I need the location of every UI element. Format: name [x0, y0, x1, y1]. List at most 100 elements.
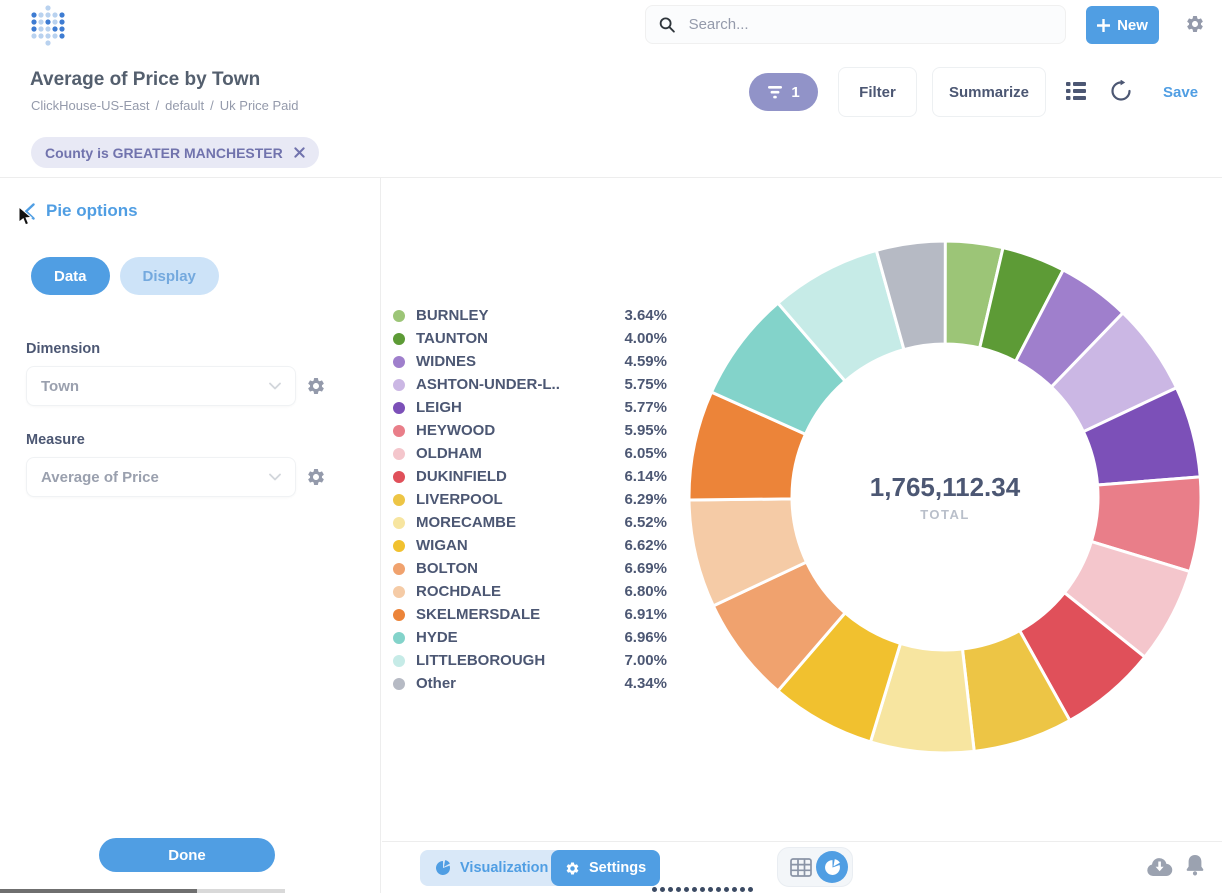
measure-select[interactable]: Average of Price [26, 457, 296, 497]
breadcrumb[interactable]: ClickHouse-US-East / default / Uk Price … [31, 98, 299, 113]
pie-options-sidebar: Pie options Data Display Dimension Town … [0, 178, 381, 893]
legend-percent: 4.59% [624, 353, 667, 370]
legend-percent: 4.34% [624, 675, 667, 692]
legend-item[interactable]: DUKINFIELD6.14% [393, 465, 667, 488]
filter-count-pill[interactable]: 1 [749, 73, 818, 111]
notebook-view-icon[interactable] [1066, 82, 1086, 100]
tab-display[interactable]: Display [120, 257, 219, 295]
breadcrumb-separator: / [210, 98, 214, 113]
legend-item[interactable]: HEYWOOD 5.95% [393, 419, 667, 442]
legend-dot [393, 310, 405, 322]
new-button-label: New [1117, 17, 1148, 34]
dimension-gear-icon[interactable] [306, 376, 326, 396]
legend-item[interactable]: BOLTON 6.69% [393, 557, 667, 580]
search-bar[interactable] [645, 5, 1066, 44]
legend-label: HEYWOOD [416, 422, 495, 439]
mouse-cursor [17, 207, 33, 227]
table-view-icon[interactable] [790, 858, 812, 877]
legend-percent: 5.77% [624, 399, 667, 416]
legend-percent: 7.00% [624, 652, 667, 669]
legend-label: ROCHDALE [416, 583, 501, 600]
filter-chips-row: County is GREATER MANCHESTER [0, 130, 1222, 178]
legend-item[interactable]: BURNLEY3.64% [393, 304, 667, 327]
sidebar-tabs: Data Display [31, 257, 219, 295]
download-icon[interactable] [1146, 855, 1173, 877]
filter-button[interactable]: Filter [838, 67, 917, 117]
legend-dot [393, 563, 405, 575]
dimension-select[interactable]: Town [26, 366, 296, 406]
legend-item[interactable]: ASHTON-UNDER-L..5.75% [393, 373, 667, 396]
legend-item[interactable]: Other4.34% [393, 672, 667, 695]
legend-item[interactable]: MORECAMBE 6.52% [393, 511, 667, 534]
legend-item[interactable]: TAUNTON 4.00% [393, 327, 667, 350]
pie-view-icon[interactable] [816, 851, 848, 883]
bell-icon[interactable] [1184, 853, 1206, 877]
legend-percent: 6.69% [624, 560, 667, 577]
legend-percent: 6.62% [624, 537, 667, 554]
legend-item[interactable]: WIDNES 4.59% [393, 350, 667, 373]
legend-dot [393, 540, 405, 552]
settings-button[interactable]: Settings [551, 850, 660, 886]
legend-label: MORECAMBE [416, 514, 516, 531]
view-toggle [777, 847, 853, 887]
legend-percent: 6.29% [624, 491, 667, 508]
legend-percent: 6.52% [624, 514, 667, 531]
legend-dot [393, 471, 405, 483]
measure-label: Measure [26, 432, 85, 448]
search-icon [659, 16, 676, 34]
legend-label: WIDNES [416, 353, 476, 370]
dimension-label: Dimension [26, 341, 100, 357]
done-button[interactable]: Done [99, 838, 275, 872]
legend-item[interactable]: OLDHAM6.05% [393, 442, 667, 465]
legend-item[interactable]: WIGAN 6.62% [393, 534, 667, 557]
summarize-button[interactable]: Summarize [932, 67, 1046, 117]
breadcrumb-schema[interactable]: default [165, 98, 204, 113]
close-icon[interactable] [294, 147, 305, 158]
visualization-footer: Visualization Settings [382, 841, 1222, 893]
legend-dot [393, 402, 405, 414]
legend-label: WIGAN [416, 537, 468, 554]
legend-item[interactable]: ROCHDALE 6.80% [393, 580, 667, 603]
measure-value: Average of Price [41, 469, 159, 486]
tab-data[interactable]: Data [31, 257, 110, 295]
visualization-button[interactable]: Visualization [420, 850, 563, 886]
legend-item[interactable]: SKELMERSDALE6.91% [393, 603, 667, 626]
legend-percent: 6.80% [624, 583, 667, 600]
measure-gear-icon[interactable] [306, 467, 326, 487]
legend-percent: 6.14% [624, 468, 667, 485]
sidebar-title: Pie options [46, 201, 138, 221]
refresh-icon[interactable] [1110, 80, 1132, 102]
gear-icon [565, 861, 580, 876]
legend-label: OLDHAM [416, 445, 482, 462]
filter-chip[interactable]: County is GREATER MANCHESTER [31, 137, 319, 168]
legend-label: TAUNTON [416, 330, 488, 347]
legend-percent: 4.00% [624, 330, 667, 347]
breadcrumb-database[interactable]: ClickHouse-US-East [31, 98, 149, 113]
breadcrumb-separator: / [155, 98, 159, 113]
plus-icon [1097, 19, 1110, 32]
legend-dot [393, 379, 405, 391]
app-logo-icon[interactable] [26, 3, 70, 47]
horizontal-scrollbar[interactable] [0, 889, 285, 893]
legend-label: LITTLEBOROUGH [416, 652, 545, 669]
new-button[interactable]: New [1086, 6, 1159, 44]
legend-label: HYDE [416, 629, 458, 646]
breadcrumb-table[interactable]: Uk Price Paid [220, 98, 299, 113]
legend-dot [393, 609, 405, 621]
legend-item[interactable]: LITTLEBOROUGH 7.00% [393, 649, 667, 672]
legend-label: LIVERPOOL [416, 491, 503, 508]
chevron-down-icon [269, 382, 281, 390]
legend-item[interactable]: LIVERPOOL 6.29% [393, 488, 667, 511]
legend-label: LEIGH [416, 399, 462, 416]
legend-item[interactable]: HYDE6.96% [393, 626, 667, 649]
search-input[interactable] [687, 15, 1052, 34]
legend-dot [393, 333, 405, 345]
dimension-value: Town [41, 378, 79, 395]
save-button[interactable]: Save [1163, 84, 1198, 101]
gear-icon[interactable] [1185, 14, 1205, 34]
scrollbar-thumb[interactable] [0, 889, 197, 893]
legend-dot [393, 494, 405, 506]
legend-label: BOLTON [416, 560, 478, 577]
legend-percent: 5.95% [624, 422, 667, 439]
legend-item[interactable]: LEIGH 5.77% [393, 396, 667, 419]
